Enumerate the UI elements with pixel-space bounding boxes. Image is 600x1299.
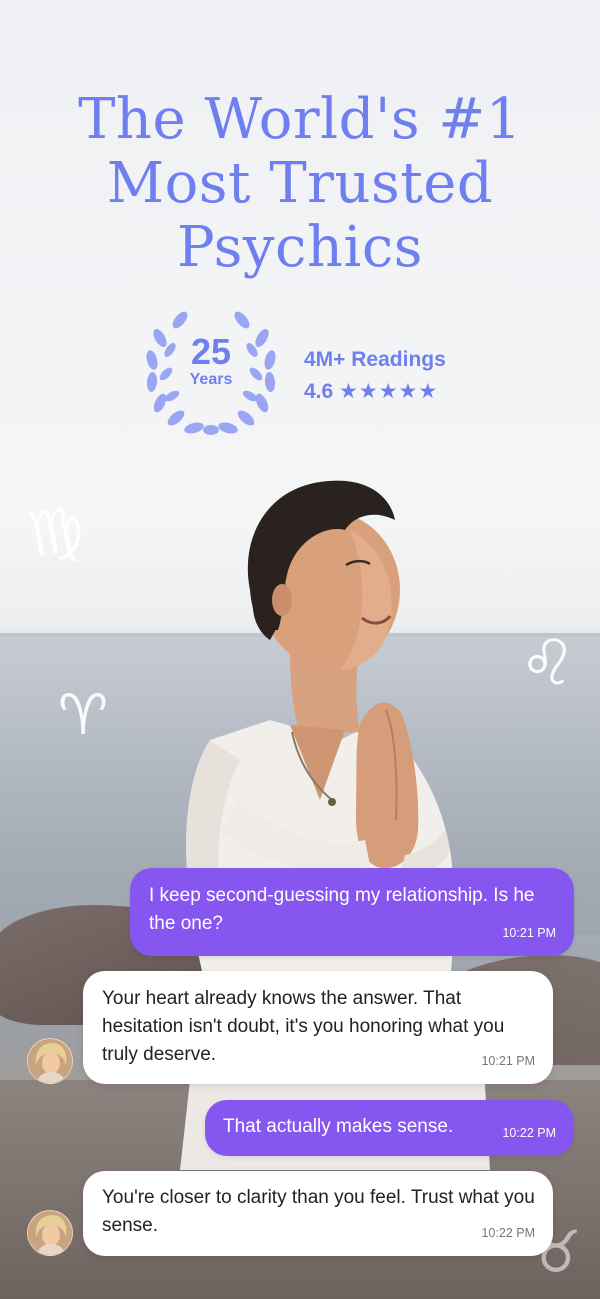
title-line-3: Psychics: [177, 215, 423, 280]
chat-message-psychic: Your heart already knows the answer. Tha…: [83, 971, 553, 1084]
rating-row: 4.6 ★★★★★: [304, 376, 446, 408]
message-time: 10:22 PM: [481, 1226, 535, 1240]
rating-value: 4.6: [304, 380, 334, 403]
years-label: Years: [189, 371, 233, 388]
aries-icon: ♈: [58, 683, 109, 748]
virgo-icon: ♍: [22, 490, 90, 573]
stats-block: 4M+ Readings 4.6 ★★★★★: [304, 344, 446, 408]
message-text: You're closer to clarity than you feel. …: [102, 1187, 535, 1236]
chat-message-psychic: You're closer to clarity than you feel. …: [83, 1171, 553, 1256]
years-number: 25: [190, 331, 232, 372]
psychic-avatar: [27, 1210, 73, 1256]
chat-message-user: I keep second-guessing my relationship. …: [130, 868, 574, 956]
title-line-2: Most Trusted: [106, 151, 494, 216]
onboarding-screen: ♍ ♌ ♈ ♉ The World's #1 Most Trusted Psyc…: [0, 0, 600, 1299]
page-title: The World's #1 Most Trusted Psychics: [0, 88, 600, 280]
leo-icon: ♌: [515, 621, 581, 702]
star-icon: ★★★★★: [339, 380, 439, 403]
title-line-1: The World's #1: [78, 87, 522, 152]
message-time: 10:22 PM: [502, 1126, 556, 1140]
psychic-avatar: [27, 1038, 73, 1084]
message-text: That actually makes sense.: [223, 1116, 454, 1137]
message-text: Your heart already knows the answer. Tha…: [102, 988, 505, 1065]
message-text: I keep second-guessing my relationship. …: [149, 885, 535, 934]
readings-count: 4M+ Readings: [304, 348, 446, 371]
message-time: 10:21 PM: [502, 926, 556, 940]
chat-message-user: That actually makes sense. 10:22 PM: [205, 1100, 574, 1156]
message-time: 10:21 PM: [481, 1054, 535, 1068]
